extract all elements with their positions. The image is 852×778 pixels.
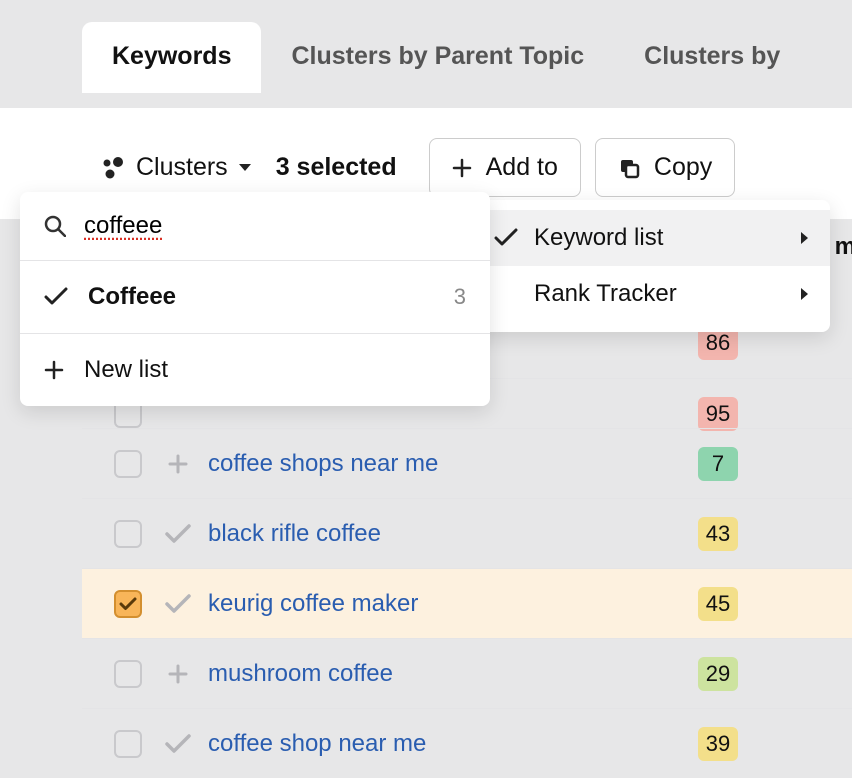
table-row: mushroom coffee 29 141 [82, 638, 852, 708]
add-to-dropdown: Keyword list Rank Tracker [470, 200, 830, 332]
plus-icon[interactable] [156, 663, 200, 685]
search-input[interactable] [84, 212, 466, 240]
search-icon [44, 215, 66, 237]
volume-cell: 141 [802, 660, 852, 688]
copy-label: Copy [654, 153, 712, 182]
kd-cell: 43 [696, 517, 740, 551]
kd-badge: 39 [698, 727, 738, 761]
check-icon [494, 228, 524, 248]
kd-cell: 95 [696, 397, 740, 431]
tab-keywords[interactable]: Keywords [82, 22, 261, 93]
chevron-right-icon [800, 287, 810, 301]
row-checkbox[interactable] [114, 450, 142, 478]
volume-cell: 283 [802, 450, 852, 478]
keyword-link[interactable]: coffee shops near me [208, 450, 438, 478]
tab-clusters-parent-topic[interactable]: Clusters by Parent Topic [261, 22, 614, 93]
column-header-fragment: m [835, 233, 852, 261]
new-list-label: New list [84, 356, 168, 384]
selected-count-label: 3 selected [276, 153, 397, 182]
dropdown-item-rank-tracker[interactable]: Rank Tracker [470, 266, 830, 322]
tab-clusters-by[interactable]: Clusters by [614, 22, 810, 93]
row-checkbox[interactable] [114, 520, 142, 548]
keyword-link[interactable]: black rifle coffee [208, 520, 381, 548]
plus-icon[interactable] [156, 453, 200, 475]
copy-button[interactable]: Copy [595, 138, 735, 197]
kd-badge: 29 [698, 657, 738, 691]
copy-icon [618, 157, 640, 179]
kd-cell: 45 [696, 587, 740, 621]
kd-badge: 7 [698, 447, 738, 481]
check-icon [44, 287, 68, 307]
kd-cell: 29 [696, 657, 740, 691]
dropdown-item-label: Keyword list [534, 224, 663, 252]
kd-cell: 39 [696, 727, 740, 761]
row-checkbox[interactable] [114, 660, 142, 688]
table-row: coffee shop near me 39 137 [82, 708, 852, 778]
check-icon[interactable] [156, 594, 200, 614]
table-row: black rifle coffee 43 163 [82, 498, 852, 568]
clusters-label: Clusters [136, 153, 228, 182]
row-checkbox[interactable] [114, 730, 142, 758]
kd-badge: 95 [698, 397, 738, 431]
plus-icon [452, 158, 472, 178]
keyword-link[interactable]: mushroom coffee [208, 660, 393, 688]
volume-cell: 137 [802, 730, 852, 758]
volume-cell: 163 [802, 590, 852, 618]
keyword-link[interactable]: keurig coffee maker [208, 590, 418, 618]
keyword-link[interactable]: coffee shop near me [208, 730, 426, 758]
cluster-icon [100, 156, 126, 180]
keyword-list-search-panel: Coffeee 3 New list [20, 192, 490, 406]
plus-icon [44, 360, 64, 380]
table-row: keurig coffee maker 45 163 [82, 568, 852, 638]
dropdown-item-keyword-list[interactable]: Keyword list [470, 210, 830, 266]
volume-cell: 163 [802, 520, 852, 548]
new-list-button[interactable]: New list [20, 334, 490, 406]
tabs-bar: Keywords Clusters by Parent Topic Cluste… [0, 0, 852, 93]
kd-badge: 43 [698, 517, 738, 551]
check-icon[interactable] [156, 524, 200, 544]
volume-cell: 741 [802, 329, 852, 357]
result-label: Coffeee [88, 283, 434, 311]
search-row [20, 192, 490, 261]
kd-cell: 7 [696, 447, 740, 481]
kd-badge: 45 [698, 587, 738, 621]
add-to-label: Add to [486, 153, 558, 182]
check-icon[interactable] [156, 734, 200, 754]
result-count: 3 [454, 284, 466, 310]
chevron-right-icon [800, 231, 810, 245]
dropdown-item-label: Rank Tracker [534, 280, 677, 308]
clusters-dropdown-button[interactable]: Clusters [100, 153, 252, 182]
volume-cell: 474 [802, 400, 852, 428]
add-to-button[interactable]: Add to [429, 138, 581, 197]
table-row: coffee shops near me 7 283 [82, 428, 852, 498]
caret-down-icon [238, 163, 252, 173]
row-checkbox[interactable] [114, 590, 142, 618]
toolbar: Clusters 3 selected Add to Copy [100, 138, 852, 197]
list-result-row[interactable]: Coffeee 3 [20, 261, 490, 334]
